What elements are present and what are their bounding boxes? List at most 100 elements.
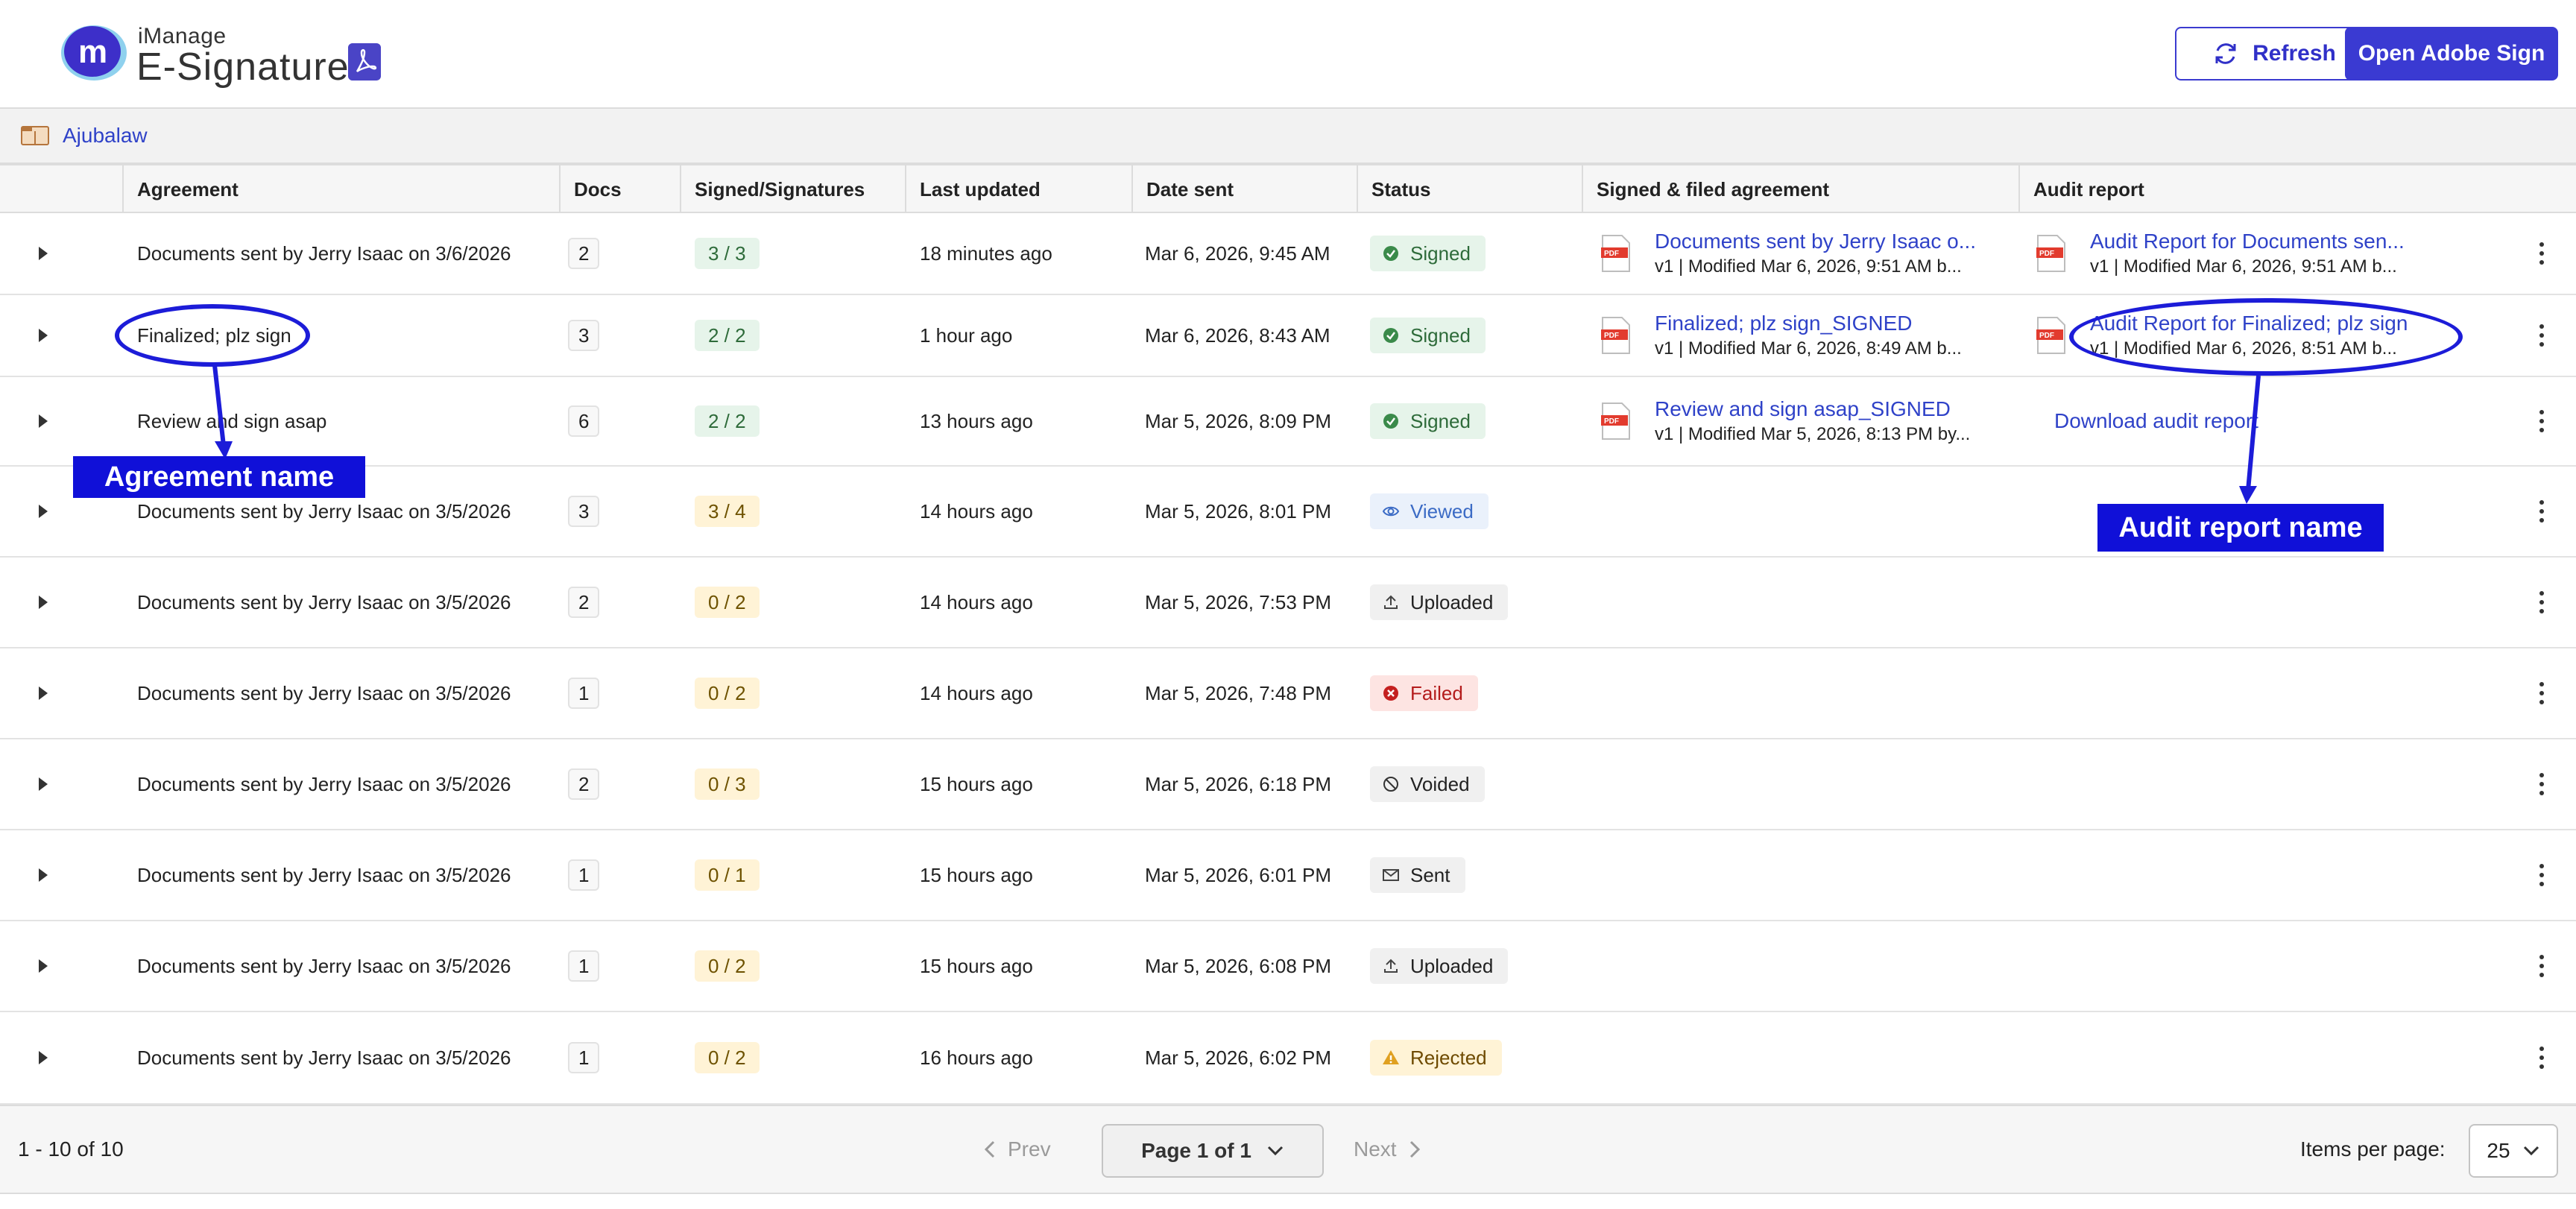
status-label: Uploaded: [1410, 590, 1494, 613]
download-audit-report-link[interactable]: Download audit report: [2054, 409, 2258, 433]
prev-button[interactable]: Prev: [984, 1137, 1051, 1161]
expand-row-button[interactable]: [39, 377, 69, 465]
expand-row-button[interactable]: [39, 213, 69, 294]
agreement-name[interactable]: Documents sent by Jerry Isaac on 3/5/202…: [137, 830, 555, 920]
date-sent: Mar 5, 2026, 7:48 PM: [1145, 681, 1332, 704]
caret-right-icon: [39, 414, 48, 428]
expand-row-button[interactable]: [39, 1012, 69, 1103]
signed-file-meta: v1 | Modified Mar 6, 2026, 9:51 AM b...: [1655, 256, 1962, 277]
caret-right-icon: [39, 247, 48, 260]
signatures-count: 2 / 2: [695, 320, 760, 351]
pdf-file-icon: PDF: [2036, 235, 2065, 272]
agreement-name[interactable]: Documents sent by Jerry Isaac on 3/5/202…: [137, 648, 555, 738]
refresh-icon: [2215, 43, 2236, 64]
row-actions-button[interactable]: [2534, 830, 2549, 920]
ban-icon: [1383, 777, 1398, 792]
next-button[interactable]: Next: [1354, 1137, 1421, 1161]
eye-icon: [1382, 506, 1400, 517]
status-badge: Uploaded: [1370, 948, 1509, 984]
agreement-name[interactable]: Documents sent by Jerry Isaac on 3/5/202…: [137, 921, 555, 1011]
agreement-name[interactable]: Documents sent by Jerry Isaac on 3/5/202…: [137, 1012, 555, 1103]
caret-right-icon: [39, 505, 48, 518]
column-audit-report[interactable]: Audit report: [2018, 165, 2576, 213]
table-row[interactable]: Documents sent by Jerry Isaac on 3/5/202…: [0, 921, 2576, 1012]
expand-row-button[interactable]: [39, 830, 69, 920]
kebab-menu-icon: [2539, 1047, 2545, 1069]
date-sent: Mar 5, 2026, 6:08 PM: [1145, 954, 1332, 977]
signed-file-link[interactable]: Documents sent by Jerry Isaac o...: [1655, 230, 1976, 253]
svg-text:PDF: PDF: [1604, 250, 1619, 258]
kebab-menu-icon: [2539, 773, 2545, 795]
table-row[interactable]: Documents sent by Jerry Isaac on 3/5/202…: [0, 558, 2576, 648]
kebab-menu-icon: [2539, 324, 2545, 347]
status-label: Failed: [1410, 681, 1463, 704]
expand-row-button[interactable]: [39, 295, 69, 376]
agreement-name[interactable]: Documents sent by Jerry Isaac on 3/6/202…: [137, 213, 555, 294]
column-status[interactable]: Status: [1357, 165, 1582, 213]
row-actions-button[interactable]: [2534, 295, 2549, 376]
workspace-bar: Ajubalaw: [0, 109, 2576, 164]
caret-right-icon: [39, 777, 48, 791]
status-label: Sent: [1410, 863, 1450, 886]
column-docs[interactable]: Docs: [559, 165, 680, 213]
table-row[interactable]: Documents sent by Jerry Isaac on 3/5/202…: [0, 1012, 2576, 1105]
workspace-icon: [21, 126, 49, 145]
signed-file-link[interactable]: Finalized; plz sign_SIGNED: [1655, 312, 1962, 335]
row-actions-button[interactable]: [2534, 921, 2549, 1011]
docs-count: 2: [568, 238, 600, 269]
signatures-count: 0 / 3: [695, 768, 760, 800]
pdf-file-icon: PDF: [1601, 317, 1630, 354]
audit-report-link[interactable]: Audit Report for Documents sen...: [2090, 230, 2405, 253]
column-last-updated[interactable]: Last updated: [905, 165, 1131, 213]
upload-icon: [1384, 959, 1398, 973]
caret-right-icon: [39, 596, 48, 609]
agreement-name[interactable]: Review and sign asap: [137, 377, 555, 465]
row-actions-button[interactable]: [2534, 648, 2549, 738]
last-updated: 14 hours ago: [920, 590, 1033, 613]
expand-row-button[interactable]: [39, 921, 69, 1011]
agreement-name[interactable]: Documents sent by Jerry Isaac on 3/5/202…: [137, 558, 555, 647]
workspace-link[interactable]: Ajubalaw: [63, 124, 148, 148]
svg-text:PDF: PDF: [1604, 417, 1619, 426]
svg-text:m: m: [78, 34, 107, 70]
row-actions-button[interactable]: [2534, 558, 2549, 647]
table-row[interactable]: Documents sent by Jerry Isaac on 3/5/202…: [0, 739, 2576, 830]
row-actions-button[interactable]: [2534, 739, 2549, 829]
row-actions-button[interactable]: [2534, 377, 2549, 465]
row-actions-button[interactable]: [2534, 467, 2549, 556]
signatures-count: 3 / 3: [695, 238, 760, 269]
column-date-sent[interactable]: Date sent: [1131, 165, 1357, 213]
items-per-page-select[interactable]: 25: [2469, 1124, 2558, 1178]
status-badge: Signed: [1370, 236, 1486, 271]
signed-file-link[interactable]: Review and sign asap_SIGNED: [1655, 397, 1970, 421]
table-row[interactable]: Review and sign asap 6 2 / 2 13 hours ago Ma…: [0, 377, 2576, 467]
svg-text:PDF: PDF: [2039, 332, 2054, 340]
expand-row-button[interactable]: [39, 558, 69, 647]
row-actions-button[interactable]: [2534, 213, 2549, 294]
kebab-menu-icon: [2539, 591, 2545, 613]
table-row[interactable]: Documents sent by Jerry Isaac on 3/5/202…: [0, 830, 2576, 921]
expand-row-button[interactable]: [39, 739, 69, 829]
expand-row-button[interactable]: [39, 467, 69, 556]
last-updated: 13 hours ago: [920, 409, 1033, 432]
page-select-value: Page 1 of 1: [1141, 1139, 1251, 1162]
open-adobe-sign-button[interactable]: Open Adobe Sign: [2345, 27, 2558, 81]
status-label: Voided: [1410, 772, 1470, 795]
refresh-button[interactable]: Refresh: [2175, 27, 2373, 81]
table-row[interactable]: Documents sent by Jerry Isaac on 3/5/202…: [0, 648, 2576, 739]
column-signed-filed[interactable]: Signed & filed agreement: [1582, 165, 2018, 213]
range-text: 1 - 10 of 10: [18, 1137, 124, 1161]
status-label: Signed: [1410, 409, 1471, 432]
svg-text:PDF: PDF: [1604, 332, 1619, 340]
table-row[interactable]: Documents sent by Jerry Isaac on 3/6/202…: [0, 213, 2576, 295]
column-signatures[interactable]: Signed/Signatures: [680, 165, 905, 213]
pagination-bar: 1 - 10 of 10 Prev Page 1 of 1 Next Items…: [0, 1105, 2576, 1194]
column-agreement[interactable]: Agreement: [122, 165, 559, 213]
agreement-name[interactable]: Documents sent by Jerry Isaac on 3/5/202…: [137, 739, 555, 829]
refresh-label: Refresh: [2253, 41, 2336, 66]
kebab-menu-icon: [2539, 864, 2545, 886]
last-updated: 16 hours ago: [920, 1046, 1033, 1069]
page-select[interactable]: Page 1 of 1: [1102, 1124, 1324, 1178]
expand-row-button[interactable]: [39, 648, 69, 738]
row-actions-button[interactable]: [2534, 1012, 2549, 1103]
